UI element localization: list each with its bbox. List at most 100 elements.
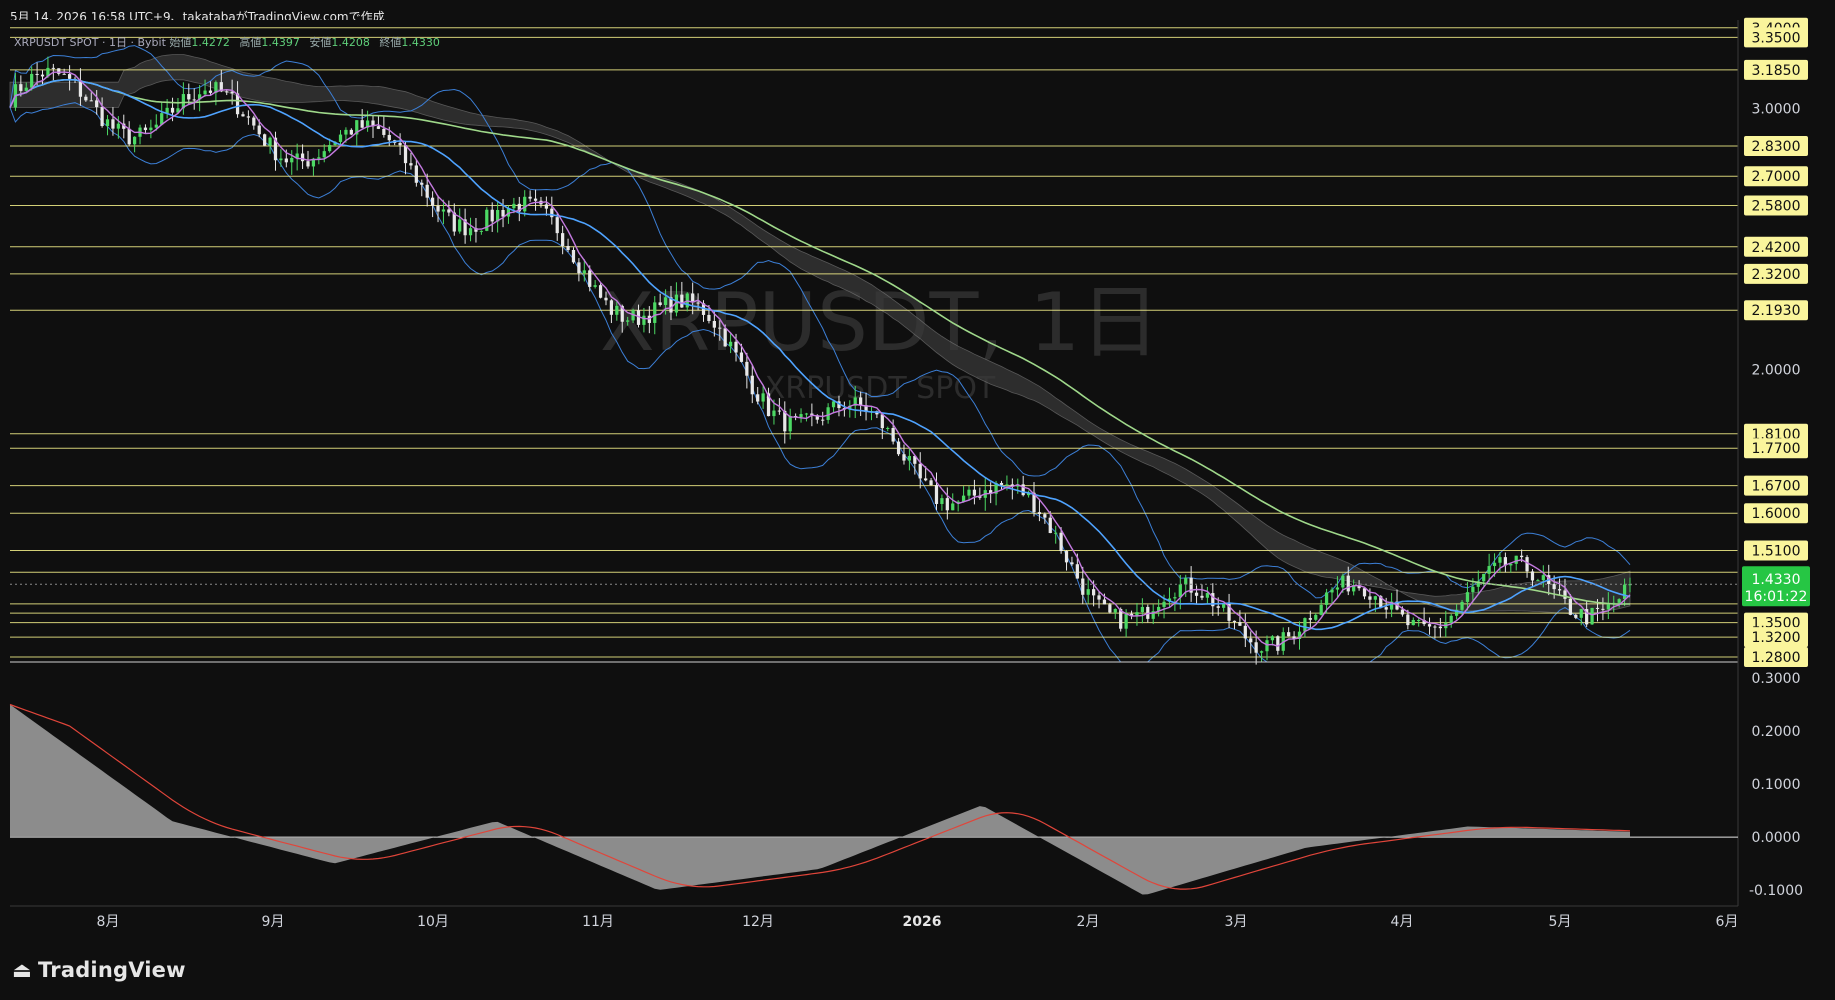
- candle-body[interactable]: [257, 125, 261, 135]
- candle-body[interactable]: [609, 300, 614, 315]
- candle-body[interactable]: [859, 397, 863, 406]
- candle-body[interactable]: [1341, 575, 1345, 588]
- candle-body[interactable]: [67, 74, 72, 79]
- candle-body[interactable]: [306, 161, 310, 167]
- candle-body[interactable]: [143, 127, 148, 131]
- candle-body[interactable]: [1373, 596, 1377, 600]
- candle-body[interactable]: [523, 196, 527, 212]
- candle-body[interactable]: [100, 107, 104, 127]
- candle-body[interactable]: [1178, 584, 1182, 598]
- candle-body[interactable]: [1102, 599, 1107, 605]
- candle-body[interactable]: [441, 209, 446, 212]
- candle-body[interactable]: [1417, 619, 1421, 621]
- candle-body[interactable]: [1043, 514, 1047, 518]
- candle-body[interactable]: [1059, 532, 1063, 552]
- candle-body[interactable]: [1064, 551, 1069, 563]
- candle-body[interactable]: [739, 352, 744, 362]
- candle-body[interactable]: [1108, 604, 1112, 613]
- candle-body[interactable]: [750, 375, 754, 395]
- candle-body[interactable]: [436, 205, 440, 212]
- candle-body[interactable]: [89, 100, 93, 102]
- candle-body[interactable]: [35, 73, 39, 75]
- candle-body[interactable]: [328, 144, 332, 152]
- candle-body[interactable]: [907, 455, 912, 461]
- candle-body[interactable]: [663, 297, 668, 306]
- candle-body[interactable]: [1097, 595, 1101, 600]
- candle-body[interactable]: [1259, 651, 1264, 653]
- candle-body[interactable]: [382, 128, 386, 135]
- candle-body[interactable]: [734, 341, 738, 353]
- candle-body[interactable]: [533, 198, 538, 201]
- candle-body[interactable]: [826, 407, 830, 420]
- candle-body[interactable]: [447, 209, 451, 213]
- candle-body[interactable]: [1449, 615, 1453, 623]
- candle-body[interactable]: [804, 413, 809, 415]
- candle-body[interactable]: [1303, 618, 1307, 632]
- candle-body[interactable]: [593, 285, 597, 287]
- candle-body[interactable]: [1487, 566, 1491, 574]
- candle-body[interactable]: [154, 124, 158, 128]
- candle-body[interactable]: [680, 294, 684, 308]
- candle-body[interactable]: [1216, 606, 1220, 608]
- candle-body[interactable]: [1314, 614, 1318, 620]
- candle-body[interactable]: [1368, 596, 1372, 600]
- candle-body[interactable]: [604, 297, 608, 301]
- candle-body[interactable]: [284, 158, 288, 163]
- candle-body[interactable]: [945, 498, 949, 511]
- candle-body[interactable]: [1579, 609, 1583, 618]
- candle-body[interactable]: [891, 427, 895, 442]
- candle-body[interactable]: [582, 270, 586, 274]
- candle-body[interactable]: [1427, 624, 1432, 627]
- candle-body[interactable]: [187, 94, 191, 100]
- candle-body[interactable]: [279, 158, 283, 161]
- candle-body[interactable]: [653, 302, 657, 323]
- candle-body[interactable]: [1362, 588, 1367, 597]
- candle-body[interactable]: [712, 320, 716, 328]
- candle-body[interactable]: [132, 136, 137, 145]
- candle-body[interactable]: [1081, 578, 1085, 595]
- candle-body[interactable]: [203, 90, 207, 95]
- candle-body[interactable]: [1173, 597, 1177, 599]
- candle-body[interactable]: [425, 184, 429, 198]
- candle-body[interactable]: [1411, 619, 1415, 626]
- candle-body[interactable]: [1525, 557, 1529, 572]
- candle-body[interactable]: [723, 328, 727, 347]
- candle-body[interactable]: [642, 315, 646, 325]
- candle-body[interactable]: [111, 119, 115, 129]
- candle-body[interactable]: [1249, 638, 1253, 643]
- candle-body[interactable]: [761, 393, 765, 402]
- candle-body[interactable]: [528, 196, 532, 199]
- candle-body[interactable]: [1346, 575, 1350, 592]
- candle-body[interactable]: [1438, 626, 1442, 629]
- candle-body[interactable]: [1335, 587, 1340, 590]
- candle-body[interactable]: [972, 489, 977, 496]
- candle-body[interactable]: [1384, 607, 1388, 610]
- candle-body[interactable]: [1238, 622, 1242, 626]
- candle-body[interactable]: [300, 153, 305, 162]
- candle-body[interactable]: [1070, 562, 1074, 565]
- candle-body[interactable]: [290, 157, 294, 163]
- candle-body[interactable]: [1574, 614, 1578, 618]
- candle-body[interactable]: [1617, 599, 1621, 603]
- candle-body[interactable]: [95, 100, 99, 108]
- candle-body[interactable]: [880, 414, 884, 429]
- candle-body[interactable]: [1113, 609, 1117, 613]
- candle-body[interactable]: [777, 410, 781, 412]
- candle-body[interactable]: [252, 117, 256, 126]
- candle-body[interactable]: [116, 123, 120, 129]
- candle-body[interactable]: [999, 482, 1004, 485]
- candle-body[interactable]: [225, 91, 229, 93]
- candle-body[interactable]: [19, 84, 23, 91]
- candle-body[interactable]: [1492, 562, 1497, 567]
- candle-body[interactable]: [658, 302, 662, 306]
- candle-body[interactable]: [967, 489, 971, 496]
- candle-body[interactable]: [961, 495, 966, 502]
- candle-body[interactable]: [598, 285, 603, 298]
- candle-body[interactable]: [707, 314, 711, 321]
- candle-body[interactable]: [1037, 512, 1042, 515]
- candle-body[interactable]: [1205, 593, 1210, 598]
- candle-body[interactable]: [1054, 532, 1058, 534]
- candle-body[interactable]: [1319, 604, 1323, 615]
- candle-body[interactable]: [246, 116, 251, 118]
- candle-body[interactable]: [338, 134, 343, 142]
